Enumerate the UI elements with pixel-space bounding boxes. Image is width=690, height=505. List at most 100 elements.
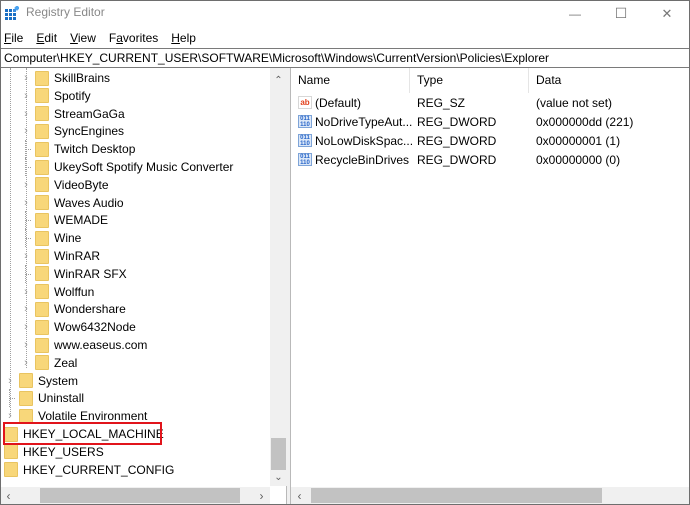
tree-item[interactable]: WEMADE [20, 211, 108, 230]
scroll-right-arrow-icon[interactable]: › [253, 487, 270, 504]
scroll-up-arrow-icon[interactable]: ⌃ [270, 72, 287, 89]
expand-chevron-icon[interactable]: › [20, 108, 32, 120]
tree-connector-line [20, 140, 32, 159]
value-row[interactable]: ab (Default) REG_SZ (value not set) [291, 93, 690, 112]
tree-item[interactable]: › System [4, 372, 78, 390]
menu-accelerator-key: H [171, 30, 180, 45]
list-horizontal-scroll-thumb[interactable] [311, 488, 602, 503]
tree-item-label: Twitch Desktop [54, 142, 136, 157]
menu-item-4[interactable]: Help [171, 31, 196, 45]
tree-item[interactable]: › www.easeus.com [20, 336, 147, 354]
tree-item[interactable]: Twitch Desktop [20, 140, 136, 159]
list-horizontal-scrollbar[interactable]: ‹ [291, 487, 690, 504]
binary-value-icon: 011 110 [298, 115, 312, 128]
close-button[interactable]: ✕ [644, 0, 690, 27]
tree-item[interactable]: › Wolffun [20, 283, 94, 301]
address-bar[interactable]: Computer\HKEY_CURRENT_USER\SOFTWARE\Micr… [0, 48, 690, 68]
tree-item[interactable]: HKEY_USERS [0, 443, 104, 461]
tree-horizontal-scrollbar[interactable]: ‹ › [0, 487, 270, 504]
value-type: REG_SZ [417, 95, 466, 110]
tree-item-label: SyncEngines [54, 124, 125, 139]
column-header-name[interactable]: Name [291, 68, 410, 93]
tree-item[interactable]: UkeySoft Spotify Music Converter [20, 158, 233, 176]
tree-item-label: WinRAR [54, 249, 101, 263]
expand-chevron-icon[interactable]: › [20, 72, 32, 84]
folder-icon [35, 159, 49, 175]
menu-label-part: elp [179, 30, 196, 45]
tree-item-label: HKEY_USERS [23, 444, 104, 459]
tree-item[interactable]: › Wondershare [20, 300, 126, 318]
tree-item-label: Wow6432Node [54, 320, 136, 335]
value-name: (Default) [315, 95, 362, 110]
folder-icon [19, 373, 33, 389]
tree-item[interactable]: › Zeal [20, 354, 77, 372]
value-row[interactable]: 011 110 NoDriveTypeAut... REG_DWORD 0x00000… [291, 112, 690, 131]
tree-item-label: UkeySoft Spotify Music Converter [54, 160, 234, 174]
tree-vertical-scrollbar[interactable]: ⌃ ⌄ [270, 68, 287, 486]
tree-item[interactable]: › SyncEngines [20, 122, 124, 140]
minimize-button[interactable]: — [552, 0, 598, 27]
tree-item[interactable]: › Waves Audio [20, 194, 124, 212]
value-data: (value not set) [536, 95, 613, 110]
tree-item-label: Wondershare [54, 302, 126, 317]
tree-item[interactable]: › WinRAR [20, 247, 100, 265]
tree-item[interactable]: › Wow6432Node [20, 318, 136, 336]
maximize-button[interactable]: ☐ [598, 0, 644, 27]
column-header-data[interactable]: Data [529, 68, 690, 93]
menu-label-part: dit [44, 30, 58, 45]
expand-chevron-icon[interactable]: › [4, 410, 16, 422]
tree-item[interactable]: WinRAR SFX [20, 264, 127, 283]
title-bar: Registry Editor — ☐ ✕ [0, 0, 690, 27]
menu-item-2[interactable]: View [70, 31, 96, 45]
tree-connector-line [20, 158, 32, 176]
expand-chevron-icon[interactable]: › [20, 286, 32, 298]
maximize-icon: ☐ [614, 5, 628, 21]
tree-connector-line [20, 229, 32, 248]
expand-chevron-icon[interactable]: › [20, 90, 32, 102]
tree-vertical-scroll-thumb[interactable] [271, 438, 286, 470]
tree-horizontal-scroll-thumb[interactable] [40, 488, 240, 503]
menu-accelerator-key: a [116, 30, 123, 45]
tree-item[interactable]: › StreamGaGa [20, 105, 125, 123]
folder-icon [4, 444, 18, 460]
expand-chevron-icon[interactable]: › [20, 125, 32, 137]
menu-label-part: ile [11, 30, 24, 45]
tree-item[interactable]: › Spotify [20, 87, 91, 105]
expand-chevron-icon[interactable]: › [20, 357, 32, 369]
value-row[interactable]: 011 110 RecycleBinDrives REG_DWORD 0x000000… [291, 150, 690, 169]
expand-chevron-icon[interactable]: › [20, 197, 32, 209]
value-name-cell: ab (Default) [298, 96, 361, 110]
column-header-type[interactable]: Type [410, 68, 529, 93]
tree-item-label: Spotify [54, 88, 91, 103]
scroll-down-arrow-icon[interactable]: ⌄ [270, 469, 287, 486]
tree-item[interactable]: › VideoByte [20, 176, 109, 194]
tree-item-label: Waves Audio [54, 195, 124, 210]
menu-accelerator-key: V [70, 30, 78, 45]
tree-connector-line [20, 264, 32, 283]
tree-item[interactable]: › SkillBrains [20, 69, 110, 87]
value-name-cell: 011 110 NoDriveTypeAut... [298, 115, 412, 129]
expand-chevron-icon[interactable]: › [20, 179, 32, 191]
menu-item-3[interactable]: Favorites [109, 31, 158, 45]
tree-item[interactable]: Wine [20, 229, 81, 248]
folder-icon [4, 462, 18, 478]
tree-item[interactable]: Uninstall [4, 389, 84, 408]
list-scroll-left-arrow-icon[interactable]: ‹ [291, 487, 308, 504]
values-list-pane: Name Type Data ab (Default) REG_SZ (value n… [291, 68, 690, 505]
expand-chevron-icon[interactable]: › [4, 375, 16, 387]
value-name: NoLowDiskSpac... [315, 133, 414, 148]
expand-chevron-icon[interactable]: › [20, 321, 32, 333]
folder-icon [35, 70, 49, 86]
value-row[interactable]: 011 110 NoLowDiskSpac... REG_DWORD 0x000000… [291, 131, 690, 150]
folder-icon [35, 284, 49, 300]
tree-item-label: HKEY_CURRENT_CONFIG [23, 462, 175, 477]
expand-chevron-icon[interactable]: › [20, 303, 32, 315]
scroll-left-arrow-icon[interactable]: ‹ [0, 487, 17, 504]
expand-chevron-icon[interactable]: › [20, 250, 32, 262]
menu-item-0[interactable]: File [4, 31, 23, 45]
menu-item-1[interactable]: Edit [36, 31, 57, 45]
folder-icon [35, 212, 49, 228]
tree-item[interactable]: HKEY_CURRENT_CONFIG [0, 461, 174, 479]
expand-chevron-icon[interactable]: › [20, 339, 32, 351]
tree-item-label: www.easeus.com [54, 338, 148, 352]
